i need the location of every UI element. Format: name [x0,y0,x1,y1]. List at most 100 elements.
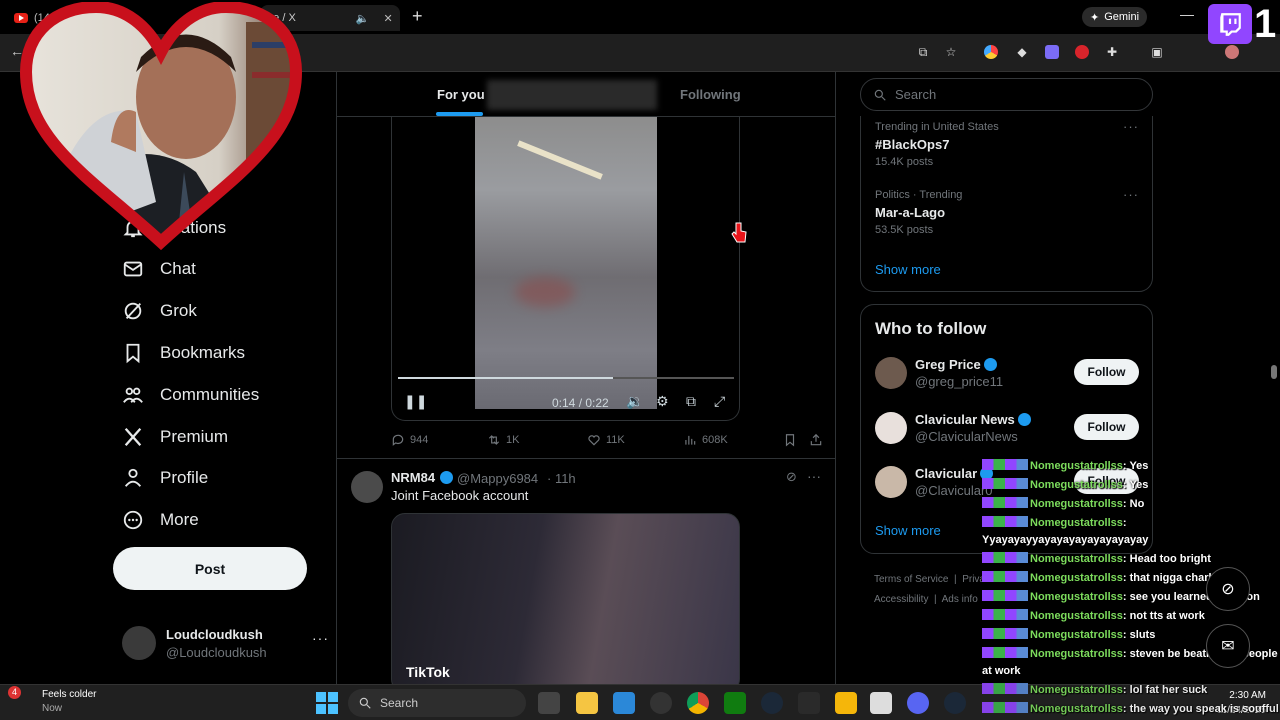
video-player[interactable]: ❚❚ 0:14 / 0:22 🔉 ⚙ ⧉ ⤢ [391,117,740,421]
app-icon[interactable] [650,692,672,714]
install-app-icon[interactable]: ⧉ [916,45,930,59]
search-input[interactable]: Search [860,78,1153,111]
terms-link[interactable]: Terms of Service [874,574,948,585]
tab-following[interactable]: Following [680,87,741,102]
minimize-button[interactable]: — [1180,6,1194,22]
accessibility-link[interactable]: Accessibility [874,594,928,605]
epic-games-icon[interactable] [798,692,820,714]
sidebar-item-grok[interactable]: Grok [122,300,197,322]
gear-icon[interactable]: ⚙ [656,393,669,410]
store-icon[interactable] [613,692,635,714]
bookmark-button[interactable] [783,433,797,447]
messages-float-button[interactable]: ✉ [1206,624,1250,668]
tweet-author-name[interactable]: NRM84 [391,470,435,485]
more-dots-icon[interactable]: ··· [312,630,329,646]
tab-for-you[interactable]: For you [437,87,485,102]
sidepanel-icon[interactable]: ▣ [1150,45,1164,59]
suggestion-name[interactable]: Clavicular News [915,412,1031,427]
trend-title[interactable]: #BlackOps7 [875,137,949,152]
sidebar-item-label: Chat [160,259,196,278]
reply-button[interactable]: 944 [391,433,428,447]
sidebar-item-communities[interactable]: Communities [122,384,259,406]
avatar[interactable] [351,471,383,503]
follow-button[interactable]: Follow [1074,359,1139,385]
speaker-icon[interactable]: 🔈 [356,12,370,25]
chat-badges-icon [982,478,1028,489]
taskbar-search-input[interactable]: Search [348,689,526,717]
sidebar-item-chat[interactable]: Chat [122,258,196,280]
discord-icon[interactable] [907,692,929,714]
close-tab-icon[interactable]: ✕ [384,12,393,25]
trends-panel: Trending in United States #BlackOps7 15.… [860,116,1153,292]
profile-avatar[interactable] [1225,45,1239,59]
tweet-time[interactable]: · 11h [547,471,576,486]
extension-color-icon[interactable] [984,45,998,59]
sidebar-item-label: Grok [160,301,197,320]
trend-count: 53.5K posts [875,224,934,236]
new-tab-button[interactable]: + [412,6,423,27]
twitch-icon [1220,13,1241,36]
more-dots-icon[interactable]: ··· [807,468,821,484]
sidebar-item-label: Premium [160,427,229,446]
grok-icon[interactable]: ⊘ [786,469,797,485]
sidebar-item-label: Communities [160,385,260,404]
follow-suggestion[interactable]: Clavicular News @ClavicularNews Follow [875,410,1141,450]
pause-icon[interactable]: ❚❚ [404,393,427,410]
xbox-icon[interactable] [724,692,746,714]
sidebar-item-premium[interactable]: Premium [122,426,228,448]
sidebar-item-more[interactable]: More [122,509,199,531]
follow-suggestion[interactable]: Greg Price @greg_price11 Follow [875,355,1141,395]
trend-title[interactable]: Mar-a-Lago [875,205,945,220]
suggestion-name[interactable]: Greg Price [915,357,997,372]
post-button[interactable]: Post [113,547,307,590]
fullscreen-icon[interactable]: ⤢ [714,393,725,410]
account-switcher[interactable]: Loudcloudkush @Loudcloudkush ··· [122,624,328,664]
tweet-video[interactable]: TikTok [391,513,740,684]
mail-icon: ✉ [1221,638,1235,655]
more-dots-icon[interactable]: ··· [1123,187,1139,202]
like-button[interactable]: 11K [587,433,625,447]
ads-info-link[interactable]: Ads info [942,594,978,605]
show-more-link[interactable]: Show more [875,523,941,538]
task-view-icon[interactable] [538,692,560,714]
grok-icon [124,302,142,320]
avatar[interactable] [875,357,907,389]
repost-button[interactable]: 1K [487,433,519,447]
follow-button[interactable]: Follow [1074,414,1139,440]
tweet-author-handle[interactable]: @Mappy6984 [457,471,538,486]
sidebar-item-bookmarks[interactable]: Bookmarks [122,342,245,364]
steam-icon[interactable] [944,692,966,714]
reply-icon [392,434,404,446]
footer-links: Terms of Service | Priva Accessibility |… [874,574,985,605]
webcam-heart-overlay [19,2,303,251]
avatar[interactable] [875,466,907,498]
avatar[interactable] [875,412,907,444]
scrollbar-thumb[interactable] [1271,365,1277,379]
pip-icon[interactable]: ⧉ [686,393,696,410]
grok-float-button[interactable]: ⊘ [1206,567,1250,611]
rockstar-icon[interactable] [835,692,857,714]
more-dots-icon[interactable]: ··· [1123,119,1139,134]
extension-red-icon[interactable] [1075,45,1089,59]
show-more-link[interactable]: Show more [875,262,941,277]
sidebar-item-profile[interactable]: Profile [122,467,208,489]
weather-widget[interactable]: Feels colder Now [42,688,96,716]
video-progress[interactable] [398,377,734,379]
person-icon [124,468,142,487]
calendar-app-icon[interactable] [870,692,892,714]
share-button[interactable] [809,433,823,447]
file-explorer-icon[interactable] [576,692,598,714]
share-icon [810,433,822,446]
steam-icon[interactable] [761,692,783,714]
chat-message: Nomegustatrollss: No [982,496,1280,513]
star-icon[interactable]: ☆ [944,45,958,59]
trend-count: 15.4K posts [875,156,934,168]
views-button[interactable]: 608K [683,433,728,447]
windows-start-icon[interactable] [316,692,338,714]
chrome-icon[interactable] [687,692,709,714]
volume-icon[interactable]: 🔉 [626,393,643,410]
gemini-button[interactable]: ✦ Gemini [1082,7,1148,27]
puzzle-icon[interactable]: ✚ [1105,45,1119,59]
extension-diamond-icon[interactable]: ◆ [1015,45,1029,59]
extension-twitch-icon[interactable] [1045,45,1059,59]
